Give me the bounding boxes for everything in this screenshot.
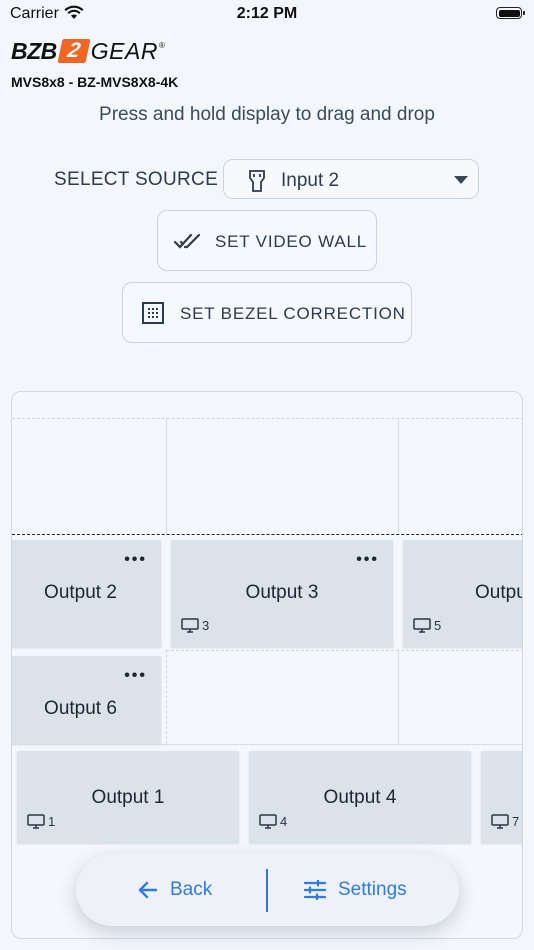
display-indicator: 3 bbox=[181, 618, 209, 633]
display-number: 3 bbox=[202, 618, 210, 633]
nav-divider bbox=[266, 869, 268, 912]
chevron-down-icon bbox=[454, 176, 468, 184]
display-indicator: 7 bbox=[491, 814, 519, 829]
back-label: Back bbox=[170, 879, 213, 900]
device-model: MVS8x8 - BZ-MVS8X8-4K bbox=[11, 74, 179, 90]
grid-divider bbox=[166, 418, 167, 534]
tile-name: Output 3 bbox=[245, 582, 319, 603]
sliders-icon bbox=[304, 880, 326, 900]
grid-guide bbox=[166, 650, 167, 744]
display-number: 5 bbox=[434, 618, 442, 633]
logo-mark: 2 bbox=[57, 39, 91, 63]
arrow-left-icon bbox=[138, 881, 158, 899]
tile-menu-icon[interactable]: ••• bbox=[356, 552, 379, 568]
tile-name: Output bbox=[475, 582, 522, 603]
tile-name: Output 2 bbox=[44, 582, 117, 603]
select-source-label: SELECT SOURCE bbox=[54, 169, 219, 190]
display-indicator: 5 bbox=[413, 618, 441, 633]
drag-hint: Press and hold display to drag and drop bbox=[99, 104, 435, 125]
logo-text-left: BZB bbox=[11, 37, 57, 64]
monitor-icon bbox=[181, 618, 199, 633]
battery-icon bbox=[496, 7, 525, 19]
grid-guide bbox=[166, 650, 522, 651]
display-indicator: 1 bbox=[27, 814, 55, 829]
tile-menu-icon[interactable]: ••• bbox=[124, 552, 147, 568]
logo-text-right: GEAR bbox=[90, 37, 158, 64]
hdmi-plug-icon bbox=[248, 169, 266, 198]
wall-boundary bbox=[12, 534, 522, 535]
output-tile[interactable]: ••• Output 6 bbox=[12, 656, 161, 744]
output-tile[interactable]: ••• Output 2 bbox=[12, 540, 161, 647]
output-tile[interactable]: 7 bbox=[481, 751, 522, 843]
set-video-wall-button[interactable]: SET VIDEO WALL bbox=[157, 210, 377, 271]
bezel-grid-icon bbox=[142, 302, 164, 329]
status-bar: Carrier 2:12 PM bbox=[0, 0, 534, 28]
set-bezel-correction-button[interactable]: SET BEZEL CORRECTION bbox=[122, 282, 412, 343]
tile-name: Output 1 bbox=[91, 787, 165, 808]
double-check-icon bbox=[173, 232, 204, 255]
tile-name: Output 4 bbox=[323, 787, 397, 808]
settings-button[interactable]: Settings bbox=[304, 879, 407, 901]
grid-divider bbox=[12, 744, 522, 745]
output-tile[interactable]: Output 5 bbox=[403, 540, 522, 647]
output-tile[interactable]: ••• Output 3 3 bbox=[171, 540, 393, 647]
tile-menu-icon[interactable]: ••• bbox=[124, 668, 147, 684]
brand-logo: BZB 2 GEAR ® bbox=[11, 37, 165, 65]
monitor-icon bbox=[27, 814, 45, 829]
set-bezel-correction-label: SET BEZEL CORRECTION bbox=[180, 304, 406, 323]
monitor-icon bbox=[413, 618, 431, 633]
logo-registered: ® bbox=[158, 40, 165, 50]
monitor-icon bbox=[491, 814, 509, 829]
display-number: 1 bbox=[48, 814, 56, 829]
back-button[interactable]: Back bbox=[138, 879, 212, 901]
clock: 2:12 PM bbox=[236, 5, 298, 22]
display-indicator: 4 bbox=[259, 814, 287, 829]
settings-label: Settings bbox=[338, 879, 407, 900]
source-select-value: Input 2 bbox=[281, 170, 340, 191]
output-tile[interactable]: Output 4 4 bbox=[249, 751, 471, 843]
monitor-icon bbox=[259, 814, 277, 829]
display-number: 7 bbox=[512, 814, 520, 829]
output-tile[interactable]: Output 1 1 bbox=[17, 751, 239, 843]
grid-divider bbox=[398, 418, 399, 534]
grid-guide bbox=[12, 418, 522, 419]
grid-divider bbox=[398, 650, 399, 744]
display-number: 4 bbox=[280, 814, 288, 829]
tile-name: Output 6 bbox=[44, 698, 117, 719]
source-select[interactable]: Input 2 bbox=[223, 159, 479, 199]
set-video-wall-label: SET VIDEO WALL bbox=[215, 232, 367, 251]
bottom-nav: Back Settings bbox=[76, 854, 459, 926]
